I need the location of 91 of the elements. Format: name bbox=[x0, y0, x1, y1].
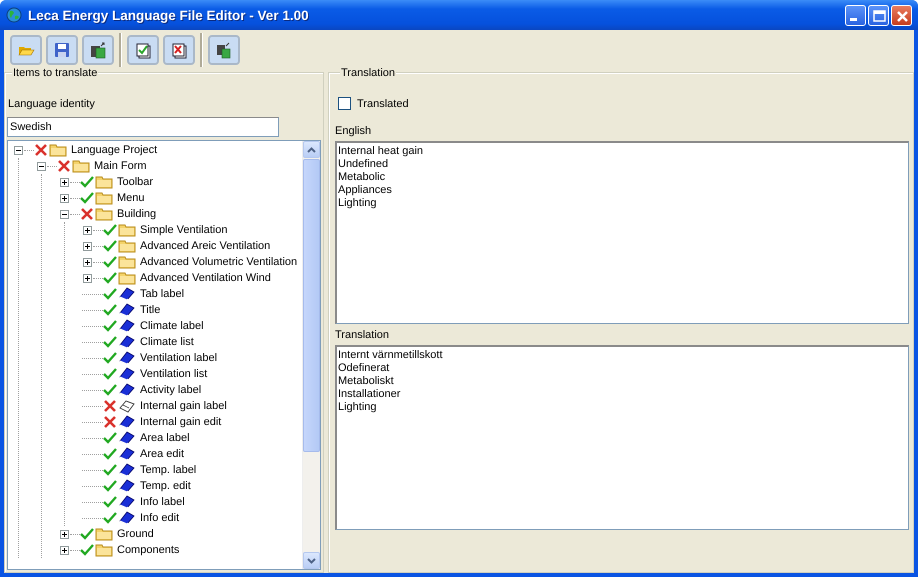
minimize-button[interactable] bbox=[845, 4, 866, 26]
crossed-pages-icon bbox=[170, 41, 188, 59]
close-button[interactable] bbox=[891, 4, 912, 26]
caret-down-icon bbox=[307, 558, 316, 564]
toolbar-button[interactable] bbox=[163, 35, 195, 65]
scroll-up-button[interactable] bbox=[303, 141, 320, 158]
tree-item[interactable]: Title bbox=[139, 304, 162, 316]
tree-item[interactable]: Advanced Volumetric Ventilation bbox=[139, 256, 298, 268]
translation-text-field[interactable]: Internt värnmetillskott Odefinerat Metaboliskt Installationer Lighting bbox=[335, 345, 909, 530]
window-title: Leca Energy Language File Editor - Ver 1.00 bbox=[28, 8, 310, 22]
toolbar-button[interactable] bbox=[82, 35, 114, 65]
tree-item[interactable]: Area edit bbox=[139, 448, 186, 460]
tree-item[interactable]: Tab label bbox=[139, 288, 186, 300]
tree-item[interactable]: Climate label bbox=[139, 320, 205, 332]
language-field[interactable]: Swedish bbox=[7, 117, 279, 137]
open-book-icon bbox=[118, 399, 136, 413]
minimize-icon bbox=[850, 18, 857, 20]
expand-button[interactable] bbox=[83, 258, 92, 266]
checkbox-label[interactable]: Translated bbox=[357, 98, 409, 110]
scrollbar[interactable] bbox=[302, 141, 320, 569]
book-icon bbox=[118, 303, 136, 317]
book-icon bbox=[118, 447, 136, 461]
book-icon bbox=[118, 383, 136, 397]
book-icon bbox=[118, 463, 136, 477]
book-icon bbox=[118, 495, 136, 509]
field-label: Language identity bbox=[7, 97, 96, 111]
field-label: Translation bbox=[335, 328, 390, 342]
tree-item[interactable]: Climate list bbox=[139, 336, 195, 348]
tree-item[interactable]: Activity label bbox=[139, 384, 202, 396]
tree-item[interactable]: Menu bbox=[116, 192, 146, 204]
tree-item[interactable]: Main Form bbox=[93, 160, 148, 172]
expand-button[interactable] bbox=[60, 530, 69, 538]
tree-item[interactable]: Toolbar bbox=[116, 176, 154, 188]
book-icon bbox=[118, 479, 136, 493]
tree-item[interactable]: Info label bbox=[139, 496, 186, 508]
toolbar-button[interactable] bbox=[127, 35, 159, 65]
folder-icon bbox=[118, 223, 136, 237]
tree-item[interactable]: Advanced Areic Ventilation bbox=[139, 240, 272, 252]
expand-button[interactable] bbox=[83, 242, 92, 250]
folder-icon bbox=[118, 255, 136, 269]
book-icon bbox=[118, 335, 136, 349]
tree-item[interactable]: Ventilation list bbox=[139, 368, 208, 380]
field-label: English bbox=[335, 124, 372, 138]
folder-icon bbox=[118, 239, 136, 253]
tree-item[interactable]: Advanced Ventilation Wind bbox=[139, 272, 272, 284]
tree-item[interactable]: Info edit bbox=[139, 512, 180, 524]
book-icon bbox=[118, 367, 136, 381]
tree-item[interactable]: Ground bbox=[116, 528, 155, 540]
document-arrow-icon bbox=[89, 41, 107, 59]
collapse-button[interactable] bbox=[60, 210, 69, 218]
folder-icon bbox=[95, 175, 113, 189]
tree-item[interactable]: Building bbox=[116, 208, 158, 220]
book-icon bbox=[118, 319, 136, 333]
expand-button[interactable] bbox=[83, 274, 92, 282]
toolbar-button[interactable] bbox=[208, 35, 240, 65]
folder-icon bbox=[118, 271, 136, 285]
tree-item[interactable]: Internal gain edit bbox=[139, 416, 222, 428]
globe-icon bbox=[6, 7, 22, 23]
book-icon bbox=[118, 431, 136, 445]
tree-item[interactable]: Language Project bbox=[70, 144, 158, 156]
scroll-down-button[interactable] bbox=[303, 552, 320, 569]
folder-icon bbox=[95, 191, 113, 205]
book-icon bbox=[118, 415, 136, 429]
tree-item[interactable]: Simple Ventilation bbox=[139, 224, 228, 236]
english-text-field[interactable]: Internal heat gain Undefined Metabolic Appliances Lighting bbox=[335, 141, 909, 324]
tree-item[interactable]: Ventilation label bbox=[139, 352, 218, 364]
expand-button[interactable] bbox=[60, 194, 69, 202]
caret-up-icon bbox=[307, 146, 316, 152]
checkbox[interactable] bbox=[338, 97, 351, 110]
folder-icon bbox=[72, 159, 90, 173]
folder-icon bbox=[49, 143, 67, 157]
collapse-button[interactable] bbox=[14, 146, 23, 154]
folder-icon bbox=[95, 543, 113, 557]
collapse-button[interactable] bbox=[37, 162, 46, 170]
tree-item[interactable]: Internal gain label bbox=[139, 400, 228, 412]
tree-item[interactable]: Temp. label bbox=[139, 464, 198, 476]
documents-arrow-icon bbox=[215, 41, 233, 59]
book-icon bbox=[118, 351, 136, 365]
expand-button[interactable] bbox=[60, 178, 69, 186]
folder-icon bbox=[95, 527, 113, 541]
checked-pages-icon bbox=[134, 41, 152, 59]
book-icon bbox=[118, 287, 136, 301]
expand-button[interactable] bbox=[60, 546, 69, 554]
tree-item[interactable]: Components bbox=[116, 544, 180, 556]
expand-button[interactable] bbox=[83, 226, 92, 234]
folder-icon bbox=[95, 207, 113, 221]
tree-item[interactable]: Area label bbox=[139, 432, 191, 444]
book-icon bbox=[118, 511, 136, 525]
scroll-thumb[interactable] bbox=[303, 159, 320, 452]
maximize-button[interactable] bbox=[868, 4, 889, 26]
tree-item[interactable]: Temp. edit bbox=[139, 480, 192, 492]
